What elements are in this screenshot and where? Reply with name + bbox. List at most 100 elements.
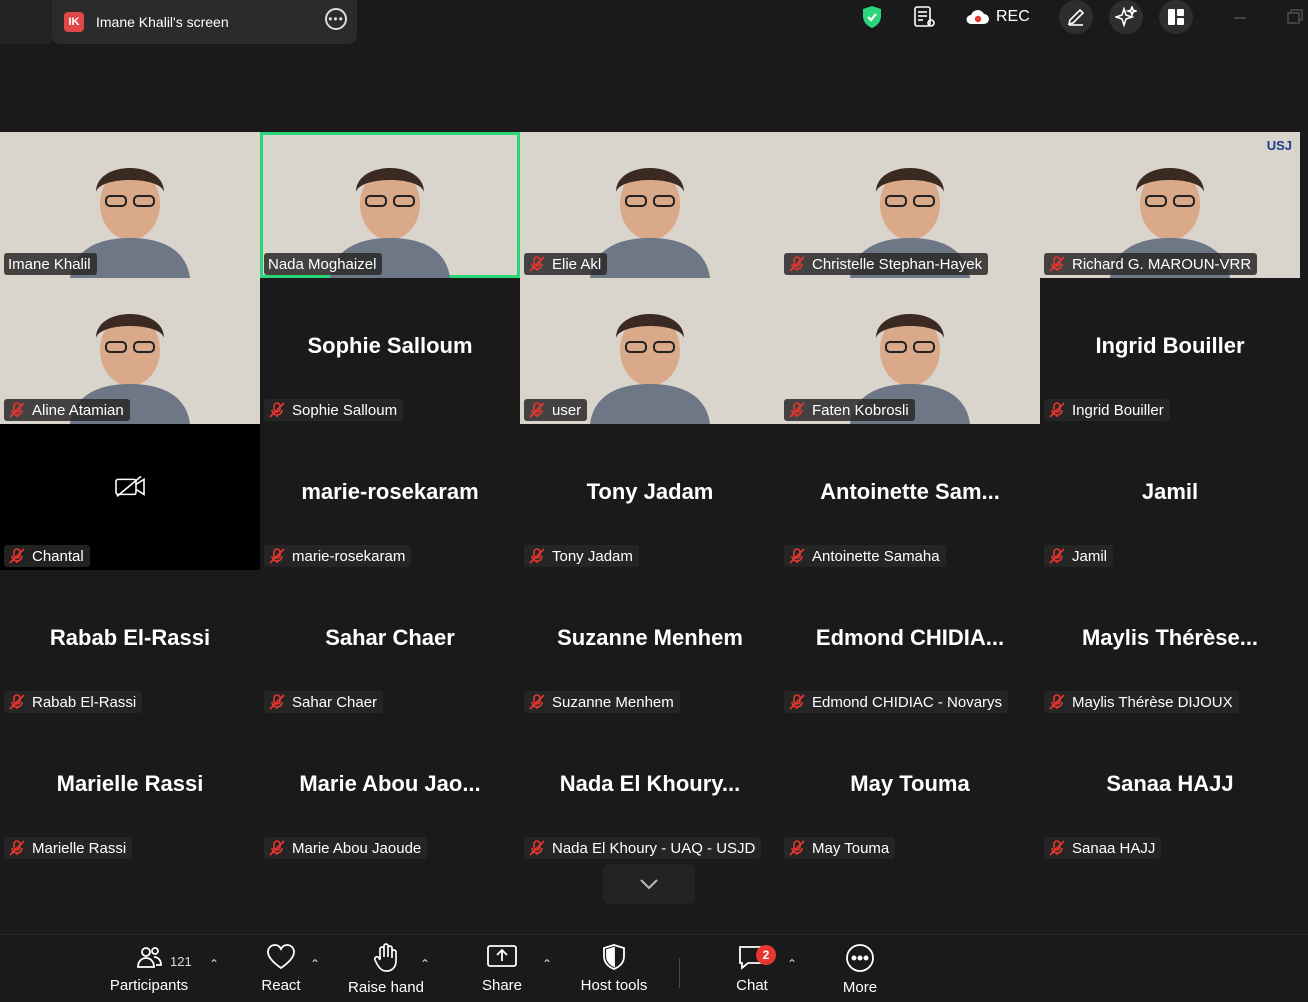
more-dots-icon: [846, 944, 874, 972]
minimize-icon[interactable]: [1232, 4, 1248, 30]
participant-tile[interactable]: Sahar Chaer Sahar Chaer: [260, 570, 520, 716]
participant-tile[interactable]: Suzanne Menhem Suzanne Menhem: [520, 570, 780, 716]
participant-tile[interactable]: Sanaa HAJJ Sanaa HAJJ: [1040, 716, 1300, 862]
chat-caret-icon[interactable]: ⌃: [787, 957, 797, 971]
participant-display-name: Marie Abou Jao...: [299, 770, 481, 796]
share-label: Share: [481, 977, 523, 994]
more-options-icon[interactable]: •••: [325, 8, 347, 30]
top-bar: IK Imane Khalil's screen ••• REC: [0, 0, 1308, 45]
participant-tile[interactable]: Chantal: [0, 424, 260, 570]
participant-name-tag: Edmond CHIDIAC - Novarys: [784, 691, 1009, 713]
gallery-next-page-button[interactable]: [603, 864, 695, 904]
participant-name: Antoinette Samaha: [812, 547, 940, 565]
participant-tile[interactable]: marie-rosekaram marie-rosekaram: [260, 424, 520, 570]
participant-tile[interactable]: Nada Moghaizel: [260, 132, 520, 278]
react-caret-icon[interactable]: ⌃: [310, 957, 320, 971]
participant-tile[interactable]: Maylis Thérèse... Maylis Thérèse DIJOUX: [1040, 570, 1300, 716]
participant-name-tag: Aline Atamian: [4, 399, 130, 421]
annotate-pen-icon[interactable]: [1059, 0, 1093, 34]
mic-muted-icon: [9, 840, 25, 856]
participant-tile[interactable]: Rabab El-Rassi Rabab El-Rassi: [0, 570, 260, 716]
mic-muted-icon: [269, 548, 285, 564]
more-label: More: [842, 979, 878, 996]
participant-display-name: Ingrid Bouiller: [1095, 332, 1245, 358]
participant-display-name: May Touma: [850, 770, 970, 796]
hand-icon: [373, 943, 397, 972]
participant-tile[interactable]: Tony Jadam Tony Jadam: [520, 424, 780, 570]
raise-hand-caret-icon[interactable]: ⌃: [420, 957, 430, 971]
participant-display-name: Tony Jadam: [586, 478, 714, 504]
participant-name: Suzanne Menhem: [552, 693, 674, 711]
usj-logo: USJ: [1266, 138, 1292, 153]
participant-name: Marielle Rassi: [32, 839, 127, 857]
participant-tile[interactable]: USJ Richard G. MAROUN-VRR: [1040, 132, 1300, 278]
participant-display-name: Sahar Chaer: [325, 624, 455, 650]
participant-name: Christelle Stephan-Hayek: [812, 255, 983, 273]
mic-muted-icon: [1049, 840, 1065, 856]
participants-icon: [137, 947, 162, 968]
participant-tile[interactable]: Aline Atamian: [0, 278, 260, 424]
participant-display-name: Sanaa HAJJ: [1106, 770, 1234, 796]
participant-name: Rabab El-Rassi: [32, 693, 137, 711]
participant-tile[interactable]: Ingrid Bouiller Ingrid Bouiller: [1040, 278, 1300, 424]
restore-window-icon[interactable]: [1286, 4, 1304, 30]
participant-tile[interactable]: Jamil Jamil: [1040, 424, 1300, 570]
participant-name: user: [552, 401, 582, 419]
participant-name: Edmond CHIDIAC - Novarys: [812, 693, 1003, 711]
share-caret-icon[interactable]: ⌃: [542, 957, 552, 971]
participant-name: May Touma: [812, 839, 890, 857]
raise-hand-button[interactable]: Raise hand: [345, 943, 427, 996]
host-tools-button[interactable]: Host tools: [576, 943, 652, 994]
participant-tile[interactable]: Marie Abou Jao... Marie Abou Jaoude: [260, 716, 520, 862]
participant-name-tag: Nada Moghaizel: [264, 253, 383, 275]
encryption-shield-icon[interactable]: [862, 4, 882, 30]
participant-tile[interactable]: Imane Khalil: [0, 132, 260, 278]
participant-tile[interactable]: May Touma May Touma: [780, 716, 1040, 862]
participant-tile[interactable]: Christelle Stephan-Hayek: [780, 132, 1040, 278]
view-layout-icon[interactable]: [1159, 0, 1193, 34]
participant-name: Nada El Khoury - UAQ - USJD: [552, 839, 756, 857]
participants-count: 121: [170, 954, 192, 969]
participant-display-name: Jamil: [1141, 478, 1199, 504]
participant-name-tag: Nada El Khoury - UAQ - USJD: [524, 837, 762, 859]
meeting-toolbar: Participants 121 ⌃ React ⌃ Raise hand ⌃ …: [0, 934, 1308, 1002]
participant-tile[interactable]: Marielle Rassi Marielle Rassi: [0, 716, 260, 862]
participant-name-tag: Chantal: [4, 545, 90, 567]
participant-tile[interactable]: Sophie Salloum Sophie Salloum: [260, 278, 520, 424]
participant-name-tag: Ingrid Bouiller: [1044, 399, 1170, 421]
participant-name-tag: marie-rosekaram: [264, 545, 412, 567]
react-label: React: [261, 977, 301, 994]
participant-display-name: Maylis Thérèse...: [1081, 624, 1259, 650]
participant-name-tag: Tony Jadam: [524, 545, 639, 567]
participant-tile[interactable]: Elie Akl: [520, 132, 780, 278]
participant-name-tag: Maylis Thérèse DIJOUX: [1044, 691, 1239, 713]
more-button[interactable]: More: [838, 943, 882, 996]
transcript-icon[interactable]: [912, 4, 936, 30]
mic-muted-icon: [269, 402, 285, 418]
participant-tile[interactable]: Edmond CHIDIA... Edmond CHIDIAC - Novarys: [780, 570, 1040, 716]
react-button[interactable]: React: [258, 943, 304, 994]
participant-display-name: Suzanne Menhem: [557, 624, 743, 650]
participant-name-tag: Marie Abou Jaoude: [264, 837, 428, 859]
participant-name: Jamil: [1072, 547, 1108, 565]
share-button[interactable]: Share: [477, 943, 527, 994]
participant-name-tag: Jamil: [1044, 545, 1114, 567]
participants-label: Participants: [109, 977, 189, 994]
ai-companion-sparkle-icon[interactable]: [1109, 0, 1143, 34]
tab-strip: [0, 0, 52, 44]
shared-screen-tab[interactable]: IK Imane Khalil's screen •••: [52, 0, 357, 44]
mic-muted-icon: [789, 694, 805, 710]
participant-display-name: Edmond CHIDIA...: [815, 624, 1005, 650]
participant-tile[interactable]: Antoinette Sam... Antoinette Samaha: [780, 424, 1040, 570]
participant-tile[interactable]: user: [520, 278, 780, 424]
participants-caret-icon[interactable]: ⌃: [209, 957, 219, 971]
participant-name: Faten Kobrosli: [812, 401, 909, 419]
mic-muted-icon: [529, 548, 545, 564]
participant-tile[interactable]: Nada El Khoury... Nada El Khoury - UAQ - …: [520, 716, 780, 862]
participant-display-name: marie-rosekaram: [301, 478, 479, 504]
screen-tab-title: Imane Khalil's screen: [96, 14, 229, 30]
participant-tile[interactable]: Faten Kobrosli: [780, 278, 1040, 424]
recording-indicator[interactable]: REC: [964, 4, 1030, 30]
mic-muted-icon: [529, 256, 545, 272]
toolbar-divider: [679, 958, 680, 988]
